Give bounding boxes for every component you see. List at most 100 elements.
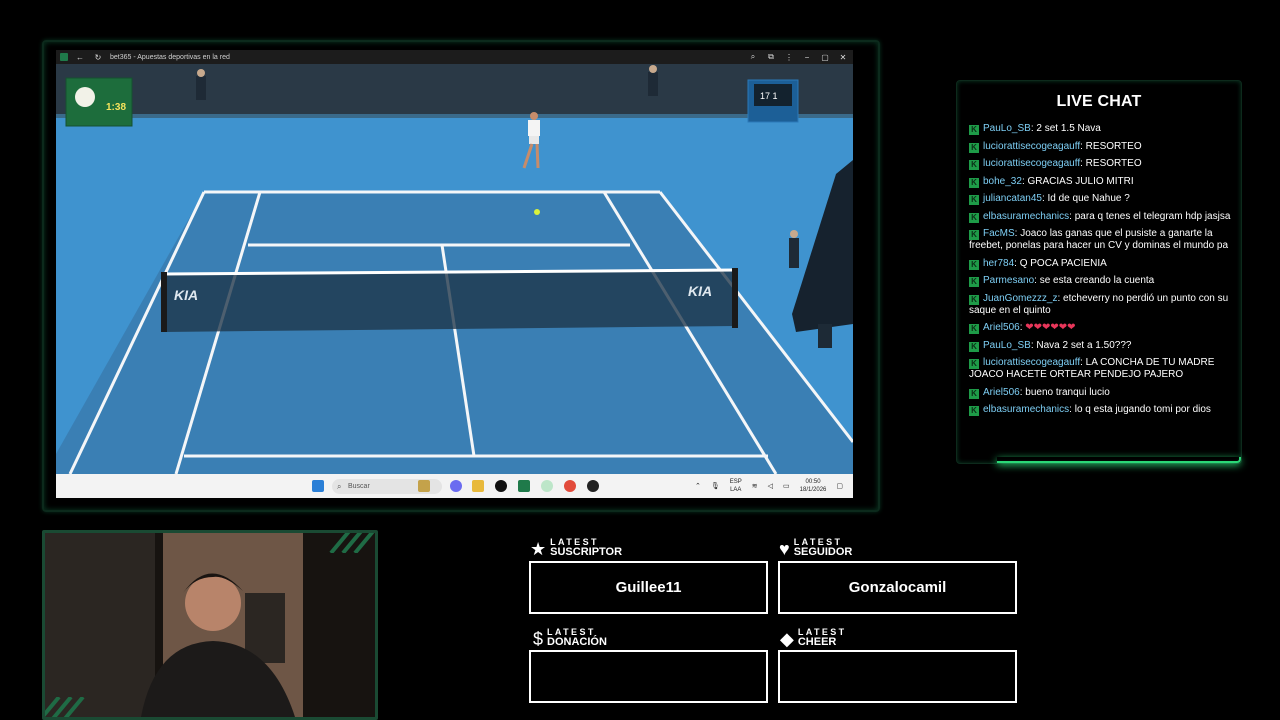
chat-message: Kelbasuramechanics: lo q esta jugando to… (969, 404, 1231, 416)
kick-badge-icon: K (969, 212, 979, 223)
dollar-icon: $ (533, 629, 544, 649)
close-button[interactable]: ✕ (837, 53, 849, 62)
chat-username[interactable]: bohe_32 (983, 176, 1022, 187)
chevron-up-icon[interactable]: ⌃ (695, 482, 701, 490)
maximize-button[interactable]: ▢ (819, 53, 831, 62)
kick-badge-icon: K (969, 177, 979, 188)
latest-seguidor-value: Gonzalocamil (778, 561, 1017, 614)
extensions-icon[interactable]: ⧉ (765, 52, 777, 62)
widget-icon[interactable] (418, 480, 430, 492)
chat-text: RESORTEO (1085, 140, 1142, 152)
latest-donacion-value (529, 650, 768, 703)
chat-message: K FacMS: Joaco las ganas que el pusiste a… (969, 228, 1231, 252)
chat-message: K PauLo_SB: Nava 2 set a 1.50??? (969, 340, 1231, 352)
chat-username[interactable]: elbasuramechanics (983, 404, 1069, 415)
clock-time: 00:50 (805, 479, 821, 485)
language-indicator[interactable]: ESP LAA (730, 478, 742, 494)
chat-text: Id de que Nahue ? (1047, 193, 1130, 204)
chat-text: Nava 2 set a 1.50??? (1036, 339, 1132, 351)
back-arrow-icon[interactable]: ← (74, 53, 86, 62)
kick-badge-icon: K (969, 160, 979, 170)
decorative-stripes-icon (329, 533, 375, 553)
lang-bottom: LAA (730, 487, 742, 493)
system-tray: ⌃ 🎙 ESP LAA ≋ ◁ ▭ 00:50 18/1/2026 ▢ (695, 478, 843, 494)
latest-suscriptor-value: Guillee11 (529, 561, 768, 614)
kick-badge-icon: K (969, 125, 979, 135)
taskbar-search-placeholder: Buscar (348, 483, 370, 490)
kick-badge-icon: K (969, 142, 979, 153)
chat-message: Kjuliancatan45: Id de que Nahue ? (969, 193, 1231, 205)
star-icon: ★ (530, 539, 547, 559)
decorative-stripes-icon (45, 697, 85, 717)
lang-top: ESP (729, 479, 742, 485)
notification-icon[interactable]: ▢ (836, 482, 843, 490)
chat-text: se esta creando la cuenta (1039, 275, 1155, 286)
more-options-icon[interactable]: ⋮ (783, 53, 795, 62)
kick-badge-icon: K (969, 388, 979, 399)
chat-message: K Parmesano: se esta creando la cuenta (969, 275, 1231, 287)
chat-text: Q POCA PACIENIA (1019, 257, 1107, 269)
tennis-video-stream[interactable]: KIA KIA 1:38 17 1 (56, 64, 853, 474)
folder-icon[interactable] (472, 480, 484, 492)
chat-username[interactable]: Ariel506 (983, 322, 1020, 333)
chat-username[interactable]: luciorattisecogeagauff (983, 141, 1080, 152)
whatsapp-icon[interactable] (541, 480, 553, 492)
minimize-button[interactable]: − (801, 53, 813, 62)
chat-username[interactable]: her784 (983, 258, 1014, 269)
browser-tab-title: bet365 - Apuestas deportivas en la red (110, 53, 230, 61)
chat-username[interactable]: PauLo_SB (983, 123, 1031, 134)
chat-username[interactable]: JuanGomezzz_z (983, 293, 1057, 304)
volume-icon[interactable]: ◁ (768, 482, 773, 490)
chat-username[interactable]: luciorattisecogeagauff (983, 357, 1080, 368)
latest-big-text: CHEER (797, 636, 837, 648)
kick-badge-icon: K (969, 259, 979, 270)
chat-message: Kluciorattisecogeagauff: LA CONCHA DE TU… (969, 357, 1231, 381)
kick-badge-icon: K (969, 359, 979, 369)
clock[interactable]: 00:50 18/1/2026 (800, 478, 827, 494)
windows-taskbar: ⌕ Buscar ⌃ 🎙 ESP LAA ≋ ◁ ▭ 00:50 18/1/20… (56, 474, 853, 498)
battery-icon[interactable]: ▭ (783, 482, 790, 490)
svg-text:KIA: KIA (174, 287, 198, 303)
chat-username[interactable]: luciorattisecogeagauff (983, 158, 1080, 169)
chat-username[interactable]: PauLo_SB (983, 340, 1031, 351)
chat-username[interactable]: juliancatan45 (983, 193, 1042, 204)
webcam-feed (42, 530, 378, 720)
bet365-app-icon[interactable] (518, 480, 530, 492)
kick-badge-icon: K (969, 195, 979, 205)
browser-title-bar: ← ↻ bet365 - Apuestas deportivas en la r… (56, 50, 853, 64)
chat-message: K Ariel506: ❤❤❤❤❤❤ (969, 322, 1231, 334)
heart-icon: ♥ (779, 539, 790, 559)
tiktok-icon[interactable] (495, 480, 507, 492)
chat-text: RESORTEO (1085, 158, 1142, 169)
kick-badge-icon: K (969, 341, 979, 352)
wifi-icon[interactable]: ≋ (752, 482, 758, 490)
search-icon: ⌕ (337, 482, 342, 491)
search-icon[interactable]: ⌕ (747, 52, 759, 62)
copilot-icon[interactable] (450, 480, 462, 492)
chat-username[interactable]: FacMS (983, 228, 1015, 239)
chat-username[interactable]: Ariel506 (983, 387, 1020, 398)
chat-message: K PauLo_SB: 2 set 1.5 Nava (969, 123, 1231, 135)
chat-text: para q tenes el telegram hdp jasjsa (1074, 210, 1231, 222)
kick-badge-icon: K (969, 406, 979, 416)
live-chat-panel: LIVE CHAT K PauLo_SB: 2 set 1.5 Nava Kluci… (956, 80, 1242, 464)
scoreboard-time: 1:38 (106, 102, 126, 113)
app-icon[interactable] (587, 480, 599, 492)
chat-message-list: K PauLo_SB: 2 set 1.5 Nava Kluciorattiseco… (969, 123, 1231, 422)
chat-message: Kelbasuramechanics: para q tenes el tele… (969, 211, 1231, 223)
latest-suscriptor-label: ★ LATEST SUSCRIPTOR (530, 538, 622, 559)
kick-badge-icon: K (969, 230, 979, 240)
reload-icon[interactable]: ↻ (92, 53, 104, 62)
chat-username[interactable]: Parmesano (983, 275, 1034, 286)
diamond-icon: ◆ (780, 629, 794, 649)
kick-badge-icon: K (969, 277, 979, 287)
microphone-icon[interactable]: 🎙 (711, 482, 720, 490)
clock-date: 18/1/2026 (799, 487, 827, 493)
chat-message: K JuanGomezzz_z: etcheverry no perdió un … (969, 293, 1231, 317)
chat-glow-border (997, 457, 1241, 463)
windows-start-icon[interactable] (312, 480, 324, 492)
chat-username[interactable]: elbasuramechanics (983, 211, 1069, 222)
latest-big-text: DONACIÓN (547, 636, 607, 648)
chat-text: bueno tranqui lucio (1025, 386, 1110, 398)
chrome-icon[interactable] (564, 480, 576, 492)
